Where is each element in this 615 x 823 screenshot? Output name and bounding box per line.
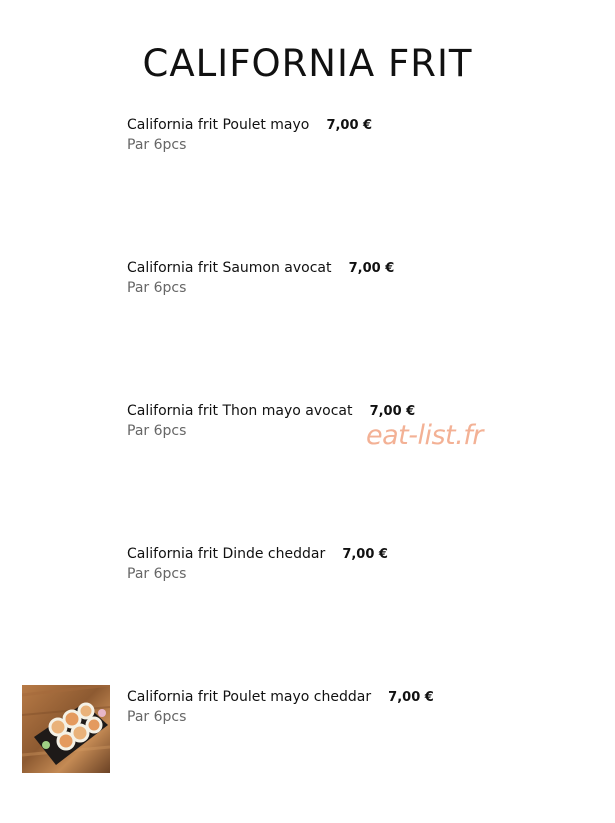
item-description: Par 6pcs <box>127 137 187 153</box>
item-name: California frit Poulet mayo <box>127 117 310 133</box>
menu-item-poulet-mayo-cheddar[interactable]: California frit Poulet mayo cheddar 7,00… <box>127 686 587 725</box>
menu-item-thon-mayo-avocat[interactable]: California frit Thon mayo avocat 7,00 € … <box>127 400 587 439</box>
page-title: CALIFORNIA FRIT <box>142 42 473 85</box>
item-name: California frit Dinde cheddar <box>127 546 326 562</box>
item-description: Par 6pcs <box>127 423 187 439</box>
menu-item-dinde-cheddar[interactable]: California frit Dinde cheddar 7,00 € Par… <box>127 543 587 582</box>
item-name: California frit Saumon avocat <box>127 260 332 276</box>
item-price: 7,00 € <box>342 547 388 562</box>
watermark: eat-list.fr <box>366 420 483 451</box>
item-description: Par 6pcs <box>127 566 187 582</box>
item-name: California frit Poulet mayo cheddar <box>127 689 372 705</box>
item-description: Par 6pcs <box>127 280 187 296</box>
item-description: Par 6pcs <box>127 709 187 725</box>
item-name: California frit Thon mayo avocat <box>127 403 353 419</box>
sushi-platter-photo[interactable] <box>22 685 110 773</box>
sushi-photo-image <box>22 685 110 765</box>
item-price: 7,00 € <box>326 118 373 133</box>
menu-item-saumon-avocat[interactable]: California frit Saumon avocat 7,00 € Par… <box>127 257 587 296</box>
menu-item-poulet-mayo[interactable]: California frit Poulet mayo 7,00 € Par 6… <box>127 114 587 153</box>
item-price: 7,00 € <box>369 404 416 419</box>
item-price: 7,00 € <box>388 690 434 705</box>
item-price: 7,00 € <box>348 261 395 276</box>
